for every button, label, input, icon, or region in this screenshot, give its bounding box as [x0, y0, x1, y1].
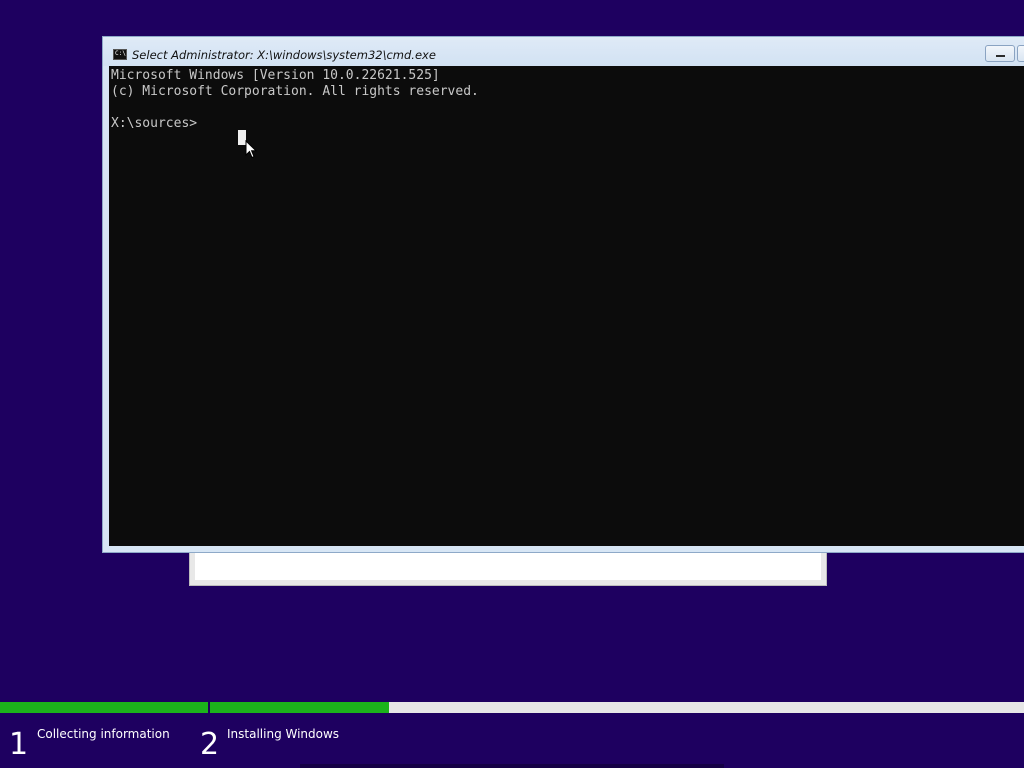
step-label: Collecting information — [37, 727, 170, 741]
progress-fill-step-2 — [210, 702, 390, 713]
minimize-icon — [996, 55, 1005, 57]
cmd-icon[interactable]: C:\ — [113, 49, 127, 60]
step-number: 1 — [9, 727, 29, 762]
progress-bar-step-1 — [0, 702, 208, 713]
window-title: Select Administrator: X:\windows\system3… — [132, 48, 436, 62]
cmd-window[interactable]: C:\ Select Administrator: X:\windows\sys… — [102, 36, 1024, 553]
console-line: Microsoft Windows [Version 10.0.22621.52… — [111, 68, 440, 83]
command-prompt: X:\sources> — [111, 116, 198, 131]
console-line: (c) Microsoft Corporation. All rights re… — [111, 84, 479, 99]
bottom-strip — [300, 764, 724, 768]
maximize-button[interactable] — [1017, 45, 1024, 62]
mouse-pointer-icon — [245, 140, 257, 159]
step-label: Installing Windows — [227, 727, 340, 741]
minimize-button[interactable] — [985, 45, 1015, 62]
cmd-icon-glyph: C:\ — [115, 50, 126, 57]
cmd-titlebar[interactable]: C:\ Select Administrator: X:\windows\sys… — [103, 37, 1024, 66]
step-number: 2 — [200, 727, 220, 762]
progress-fill-step-1 — [0, 702, 208, 713]
progress-bar-step-2 — [210, 702, 1024, 713]
setup-dialog-content — [195, 551, 821, 580]
console-output[interactable]: Microsoft Windows [Version 10.0.22621.52… — [109, 66, 1024, 546]
